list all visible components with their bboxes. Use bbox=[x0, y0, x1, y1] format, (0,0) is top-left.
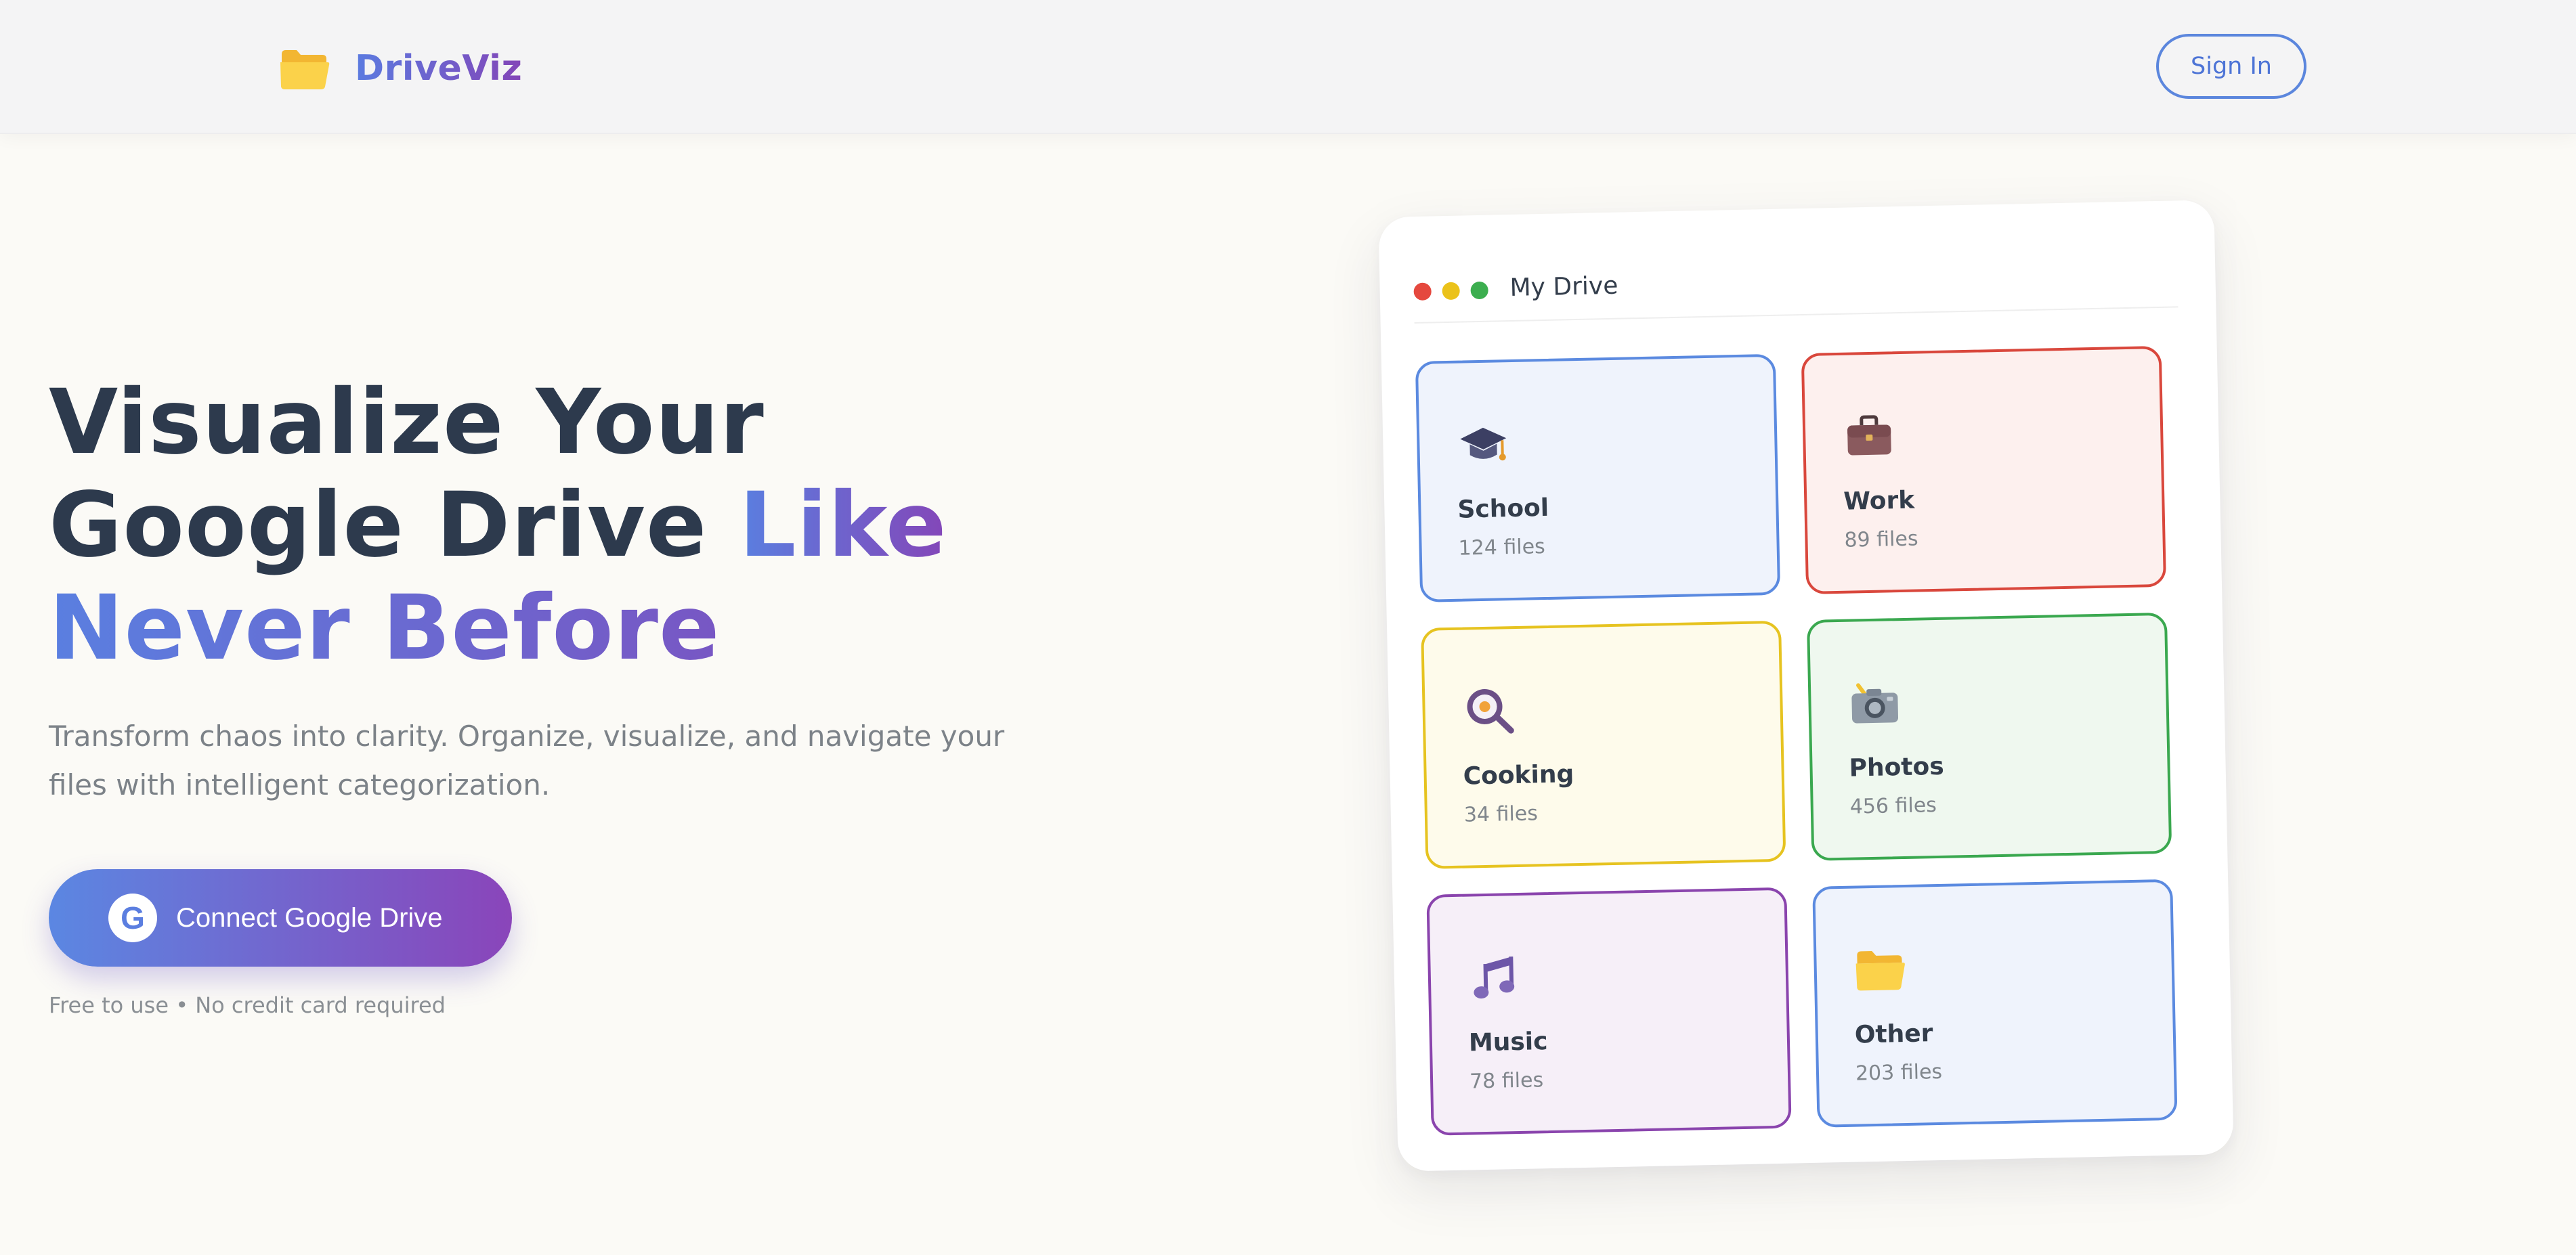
window-minimize-dot bbox=[1442, 282, 1460, 301]
hero-title-line-2-plain: Google Drive bbox=[49, 473, 739, 577]
google-g-icon: G bbox=[108, 894, 157, 942]
connect-google-drive-label: Connect Google Drive bbox=[176, 902, 443, 933]
folder-card-cooking[interactable]: Cooking 34 files bbox=[1421, 620, 1786, 869]
drive-window-header: My Drive bbox=[1413, 259, 2178, 324]
brand-logo[interactable]: DriveViz bbox=[279, 46, 522, 91]
hero-title-line-2: Google Drive Like bbox=[49, 474, 997, 577]
hero-title: Visualize Your Google Drive Like Never B… bbox=[49, 371, 997, 680]
hero-title-accent-like: Like bbox=[739, 473, 947, 577]
hero-title-line-3: Never Before bbox=[49, 577, 997, 680]
folder-file-count: 124 files bbox=[1458, 535, 1546, 560]
folder-icon bbox=[280, 50, 330, 89]
folder-card-other[interactable]: Other 203 files bbox=[1812, 879, 2178, 1128]
folder-card-music[interactable]: Music 78 files bbox=[1426, 887, 1792, 1136]
folder-icon bbox=[1855, 951, 1905, 991]
top-navbar: DriveViz Sign In bbox=[0, 0, 2576, 134]
brand-name: DriveViz bbox=[355, 48, 523, 89]
folder-file-count: 89 files bbox=[1844, 527, 1918, 552]
folder-card-school[interactable]: School 124 files bbox=[1415, 353, 1781, 602]
hero-subtitle: Transform chaos into clarity. Organize, … bbox=[49, 720, 1005, 801]
folder-name: Work bbox=[1843, 486, 1915, 516]
briefcase-icon bbox=[1847, 415, 1891, 456]
folder-name: Cooking bbox=[1463, 760, 1574, 791]
drive-window-title: My Drive bbox=[1509, 271, 1618, 303]
graduation-cap-icon bbox=[1460, 427, 1507, 461]
folder-name: Photos bbox=[1849, 752, 1945, 783]
hero-fineprint: Free to use • No credit card required bbox=[49, 992, 446, 1018]
frying-pan-icon bbox=[1467, 688, 1514, 734]
folder-name: Music bbox=[1468, 1028, 1548, 1057]
folder-grid: School 124 files Work 89 files Cooking 3… bbox=[1415, 345, 2197, 1136]
connect-google-drive-button[interactable]: G Connect Google Drive bbox=[49, 869, 512, 967]
folder-file-count: 34 files bbox=[1463, 801, 1539, 827]
folder-file-count: 78 files bbox=[1469, 1068, 1544, 1094]
folder-card-work[interactable]: Work 89 files bbox=[1801, 345, 2167, 594]
window-maximize-dot bbox=[1470, 281, 1488, 300]
folder-file-count: 456 files bbox=[1849, 793, 1937, 819]
folder-name: Other bbox=[1854, 1019, 1933, 1049]
folder-name: School bbox=[1457, 493, 1549, 524]
window-close-dot bbox=[1413, 282, 1432, 301]
my-drive-preview-card: My Drive School 124 files Work 89 files bbox=[1378, 200, 2234, 1172]
hero-title-line-1: Visualize Your bbox=[49, 370, 765, 475]
music-note-icon bbox=[1474, 956, 1515, 999]
folder-file-count: 203 files bbox=[1855, 1059, 1943, 1086]
folder-card-photos[interactable]: Photos 456 files bbox=[1806, 612, 2172, 861]
camera-icon bbox=[1851, 683, 1899, 724]
sign-in-button[interactable]: Sign In bbox=[2156, 34, 2306, 99]
